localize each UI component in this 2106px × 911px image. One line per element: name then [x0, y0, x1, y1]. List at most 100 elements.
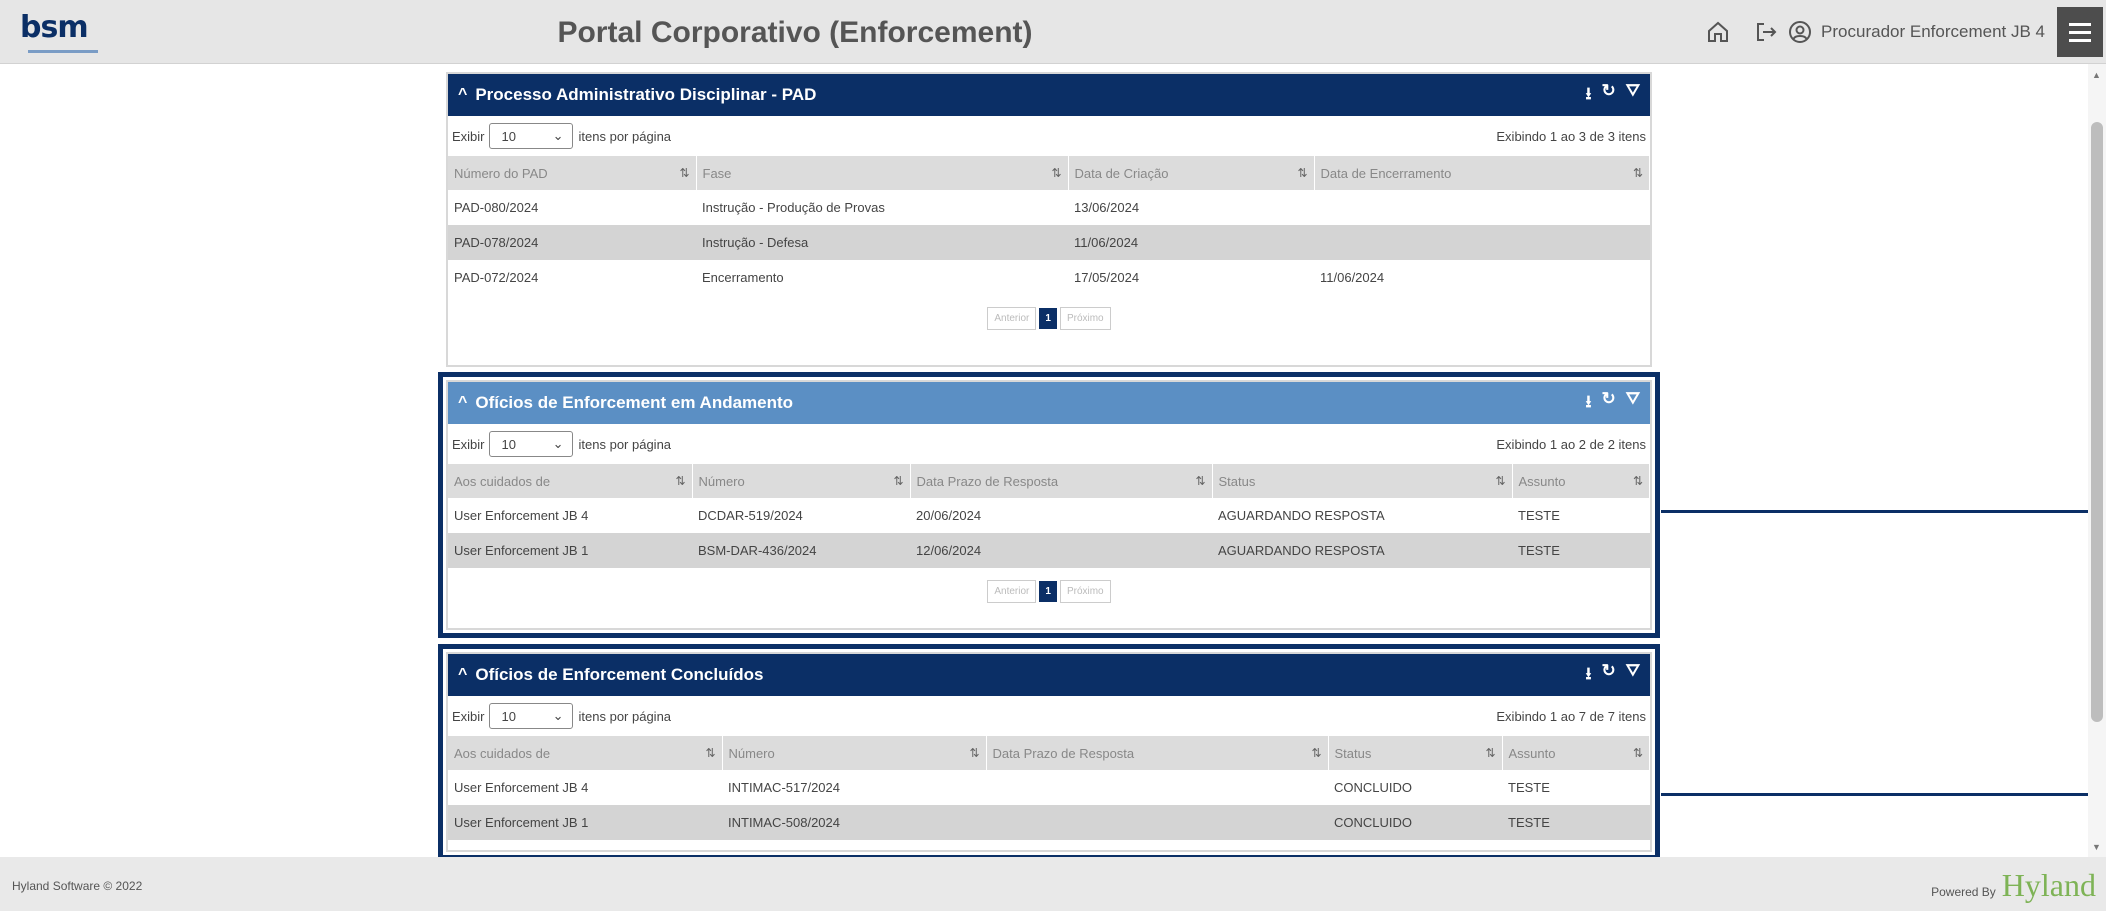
column-header[interactable]: Data de Encerramento ⇅	[1314, 156, 1650, 190]
filter-icon[interactable]: ⛛	[1626, 389, 1640, 418]
download-icon[interactable]: ⭳	[1586, 661, 1592, 690]
cell-created: 11/06/2024	[1068, 225, 1314, 260]
table-row[interactable]: PAD-080/2024 Instrução - Produção de Pro…	[448, 190, 1650, 225]
table-row[interactable]: User Enforcement JB 1 BSM-DAR-436/2024 1…	[448, 533, 1650, 568]
panel-andamento-header[interactable]: ^ Ofícios de Enforcement em Andamento ⭳ …	[448, 382, 1650, 424]
user-name[interactable]: Procurador Enforcement JB 4	[1821, 22, 2045, 42]
chevron-down-icon: ⌄	[552, 708, 564, 723]
cell-pad-number: PAD-080/2024	[454, 200, 539, 215]
cell-deadline: 20/06/2024	[916, 508, 982, 523]
cell-number: INTIMAC-508/2024	[722, 805, 986, 840]
hamburger-menu-button[interactable]	[2057, 7, 2103, 57]
cell-assignee: User Enforcement JB 1	[448, 533, 692, 568]
sort-icon[interactable]: ⇅	[1633, 746, 1643, 760]
column-header[interactable]: Status ⇅	[1212, 464, 1513, 498]
app-title: Portal Corporativo (Enforcement)	[557, 16, 1033, 49]
panel-oficios-concluidos: ^ Ofícios de Enforcement Concluídos ⭳ ↻ …	[438, 644, 1660, 860]
sort-icon[interactable]: ⇅	[893, 474, 903, 488]
cell-subject: TESTE	[1518, 508, 1560, 523]
filter-icon[interactable]: ⛛	[1626, 81, 1640, 110]
column-header[interactable]: Aos cuidados de ⇅	[448, 736, 723, 770]
sort-icon[interactable]: ⇅	[679, 166, 689, 180]
panel-title: Processo Administrativo Disciplinar - PA…	[475, 85, 817, 104]
page-size-select[interactable]: 10 ⌄	[488, 123, 573, 149]
cell-created: 13/06/2024	[1074, 200, 1140, 215]
sort-icon[interactable]: ⇅	[1485, 746, 1495, 760]
logout-icon[interactable]	[1749, 15, 1783, 49]
column-header[interactable]: Status ⇅	[1328, 736, 1503, 770]
cell-deadline	[986, 805, 1328, 840]
cell-number: BSM-DAR-436/2024	[692, 533, 910, 568]
column-header[interactable]: Data Prazo de Resposta ⇅	[910, 464, 1213, 498]
table-row[interactable]: User Enforcement JB 4 DCDAR-519/2024 20/…	[448, 498, 1650, 533]
panel-oficios-andamento: ^ Ofícios de Enforcement em Andamento ⭳ …	[438, 372, 1660, 638]
column-header[interactable]: Fase ⇅	[696, 156, 1069, 190]
prev-page-button[interactable]: Anterior	[987, 306, 1037, 330]
scrollbar-thumb[interactable]	[2091, 122, 2103, 722]
footer: Hyland Software © 2022 Powered By Hyland	[0, 857, 2106, 911]
annotation-connector-line	[1661, 793, 2088, 796]
panel-pad-header[interactable]: ^ Processo Administrativo Disciplinar - …	[448, 74, 1650, 116]
current-page-button[interactable]: 1	[1039, 580, 1057, 602]
column-header[interactable]: Assunto ⇅	[1512, 464, 1650, 498]
page-scrollbar[interactable]: ▲ ▼	[2088, 64, 2106, 857]
sort-icon[interactable]: ⇅	[1495, 474, 1505, 488]
sort-icon[interactable]: ⇅	[1051, 166, 1061, 180]
column-header[interactable]: Data Prazo de Resposta ⇅	[986, 736, 1329, 770]
page-size-select[interactable]: 10 ⌄	[488, 431, 573, 457]
column-header[interactable]: Data de Criação ⇅	[1068, 156, 1315, 190]
chevron-down-icon: ⌄	[552, 128, 564, 143]
column-header[interactable]: Assunto ⇅	[1502, 736, 1650, 770]
sort-icon[interactable]: ⇅	[1311, 746, 1321, 760]
sort-icon[interactable]: ⇅	[1297, 166, 1307, 180]
powered-by-label: Powered By	[1931, 885, 1996, 899]
column-header[interactable]: Número ⇅	[722, 736, 987, 770]
per-page-label: itens por página	[578, 436, 672, 452]
sort-icon[interactable]: ⇅	[969, 746, 979, 760]
collapse-caret-icon[interactable]: ^	[458, 86, 467, 104]
per-page-label: itens por página	[578, 128, 672, 144]
refresh-icon[interactable]: ↻	[1601, 389, 1615, 418]
sort-icon[interactable]: ⇅	[1195, 474, 1205, 488]
top-bar: bsm Portal Corporativo (Enforcement) Pro…	[0, 0, 2106, 64]
panel-title: Ofícios de Enforcement em Andamento	[475, 393, 794, 412]
next-page-button[interactable]: Próximo	[1059, 579, 1111, 603]
sort-icon[interactable]: ⇅	[1633, 474, 1643, 488]
download-icon[interactable]: ⭳	[1586, 81, 1592, 110]
table-row[interactable]: User Enforcement JB 4 INTIMAC-517/2024 C…	[448, 770, 1650, 805]
column-header[interactable]: Aos cuidados de ⇅	[448, 464, 693, 498]
refresh-icon[interactable]: ↻	[1601, 661, 1615, 690]
scroll-down-arrow-icon[interactable]: ▼	[2092, 842, 2101, 852]
column-header[interactable]: Número ⇅	[692, 464, 911, 498]
panel-controls: Exibir 10 ⌄ itens por página Exibindo 1 a…	[448, 116, 1650, 156]
show-label: Exibir	[452, 436, 485, 452]
concluidos-table: Aos cuidados de ⇅ Número ⇅ Data Prazo de R…	[448, 736, 1650, 840]
home-icon[interactable]	[1701, 15, 1735, 49]
sort-icon[interactable]: ⇅	[1633, 166, 1643, 180]
filter-icon[interactable]: ⛛	[1626, 661, 1640, 690]
scroll-up-arrow-icon[interactable]: ▲	[2092, 70, 2101, 80]
show-label: Exibir	[452, 128, 485, 144]
refresh-icon[interactable]: ↻	[1601, 81, 1615, 110]
user-avatar-icon[interactable]	[1783, 15, 1817, 49]
cell-phase: Instrução - Produção de Provas	[702, 200, 885, 215]
panel-concluidos-header[interactable]: ^ Ofícios de Enforcement Concluídos ⭳ ↻ …	[448, 654, 1650, 696]
logo-underline	[28, 50, 98, 53]
sort-icon[interactable]: ⇅	[675, 474, 685, 488]
table-row[interactable]: User Enforcement JB 1 INTIMAC-508/2024 C…	[448, 805, 1650, 840]
sort-icon[interactable]: ⇅	[705, 746, 715, 760]
collapse-caret-icon[interactable]: ^	[458, 394, 467, 412]
table-row[interactable]: PAD-072/2024 Encerramento 17/05/2024 11/…	[448, 260, 1650, 295]
page-size-select[interactable]: 10 ⌄	[488, 703, 573, 729]
next-page-button[interactable]: Próximo	[1059, 306, 1111, 330]
prev-page-button[interactable]: Anterior	[987, 579, 1037, 603]
pad-table: Número do PAD ⇅ Fase ⇅ Data de Criação ⇅ Da…	[448, 156, 1650, 295]
cell-pad-number: PAD-078/2024	[448, 225, 696, 260]
download-icon[interactable]: ⭳	[1586, 389, 1592, 418]
collapse-caret-icon[interactable]: ^	[458, 666, 467, 684]
column-header[interactable]: Número do PAD ⇅	[448, 156, 697, 190]
panel-pad: ^ Processo Administrativo Disciplinar - …	[446, 72, 1652, 367]
cell-status: AGUARDANDO RESPOSTA	[1212, 533, 1512, 568]
current-page-button[interactable]: 1	[1039, 307, 1057, 329]
table-row[interactable]: PAD-078/2024 Instrução - Defesa 11/06/20…	[448, 225, 1650, 260]
